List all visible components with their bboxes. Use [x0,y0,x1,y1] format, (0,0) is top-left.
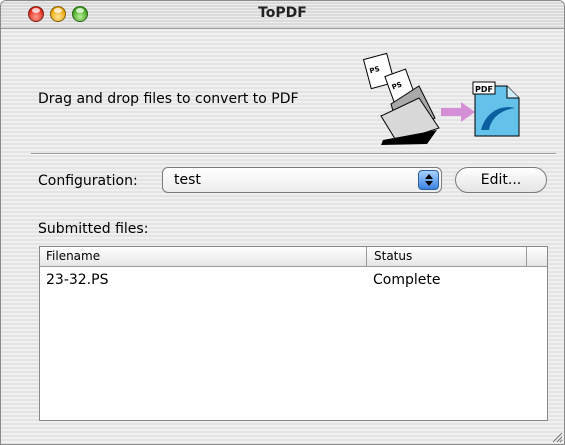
column-header-status[interactable]: Status [374,249,412,263]
filename-cell: 23-32.PS [46,272,109,288]
title-bar[interactable]: ToPDF [1,1,564,29]
configuration-value: test [174,172,201,188]
table-row[interactable]: 23-32.PS Complete [40,272,547,292]
submitted-files-label: Submitted files: [38,221,149,237]
folder-icon [380,85,440,145]
edit-button[interactable]: Edit... [455,167,547,193]
table-header: Filename Status [40,247,547,267]
drop-instruction: Drag and drop files to convert to PDF [38,91,299,107]
configuration-popup[interactable]: test [162,167,442,193]
separator [31,153,556,155]
status-cell: Complete [373,272,441,288]
arrow-icon [441,102,475,122]
submitted-files-table[interactable]: Filename Status 23-32.PS Complete [39,246,548,421]
pdf-badge-label: PDF [475,85,493,94]
pdf-document-icon: PDF [472,81,520,137]
column-header-filename[interactable]: Filename [46,249,100,263]
column-divider [526,247,527,267]
configuration-label: Configuration: [38,173,138,189]
popup-arrows-icon [418,170,439,190]
column-divider [366,247,367,267]
topdf-window: ToPDF Drag and drop files to convert to … [0,0,565,445]
window-title: ToPDF [258,5,307,21]
drop-target-illustration[interactable]: PS PS PDF [361,46,541,146]
resize-grip-icon[interactable] [549,429,563,443]
